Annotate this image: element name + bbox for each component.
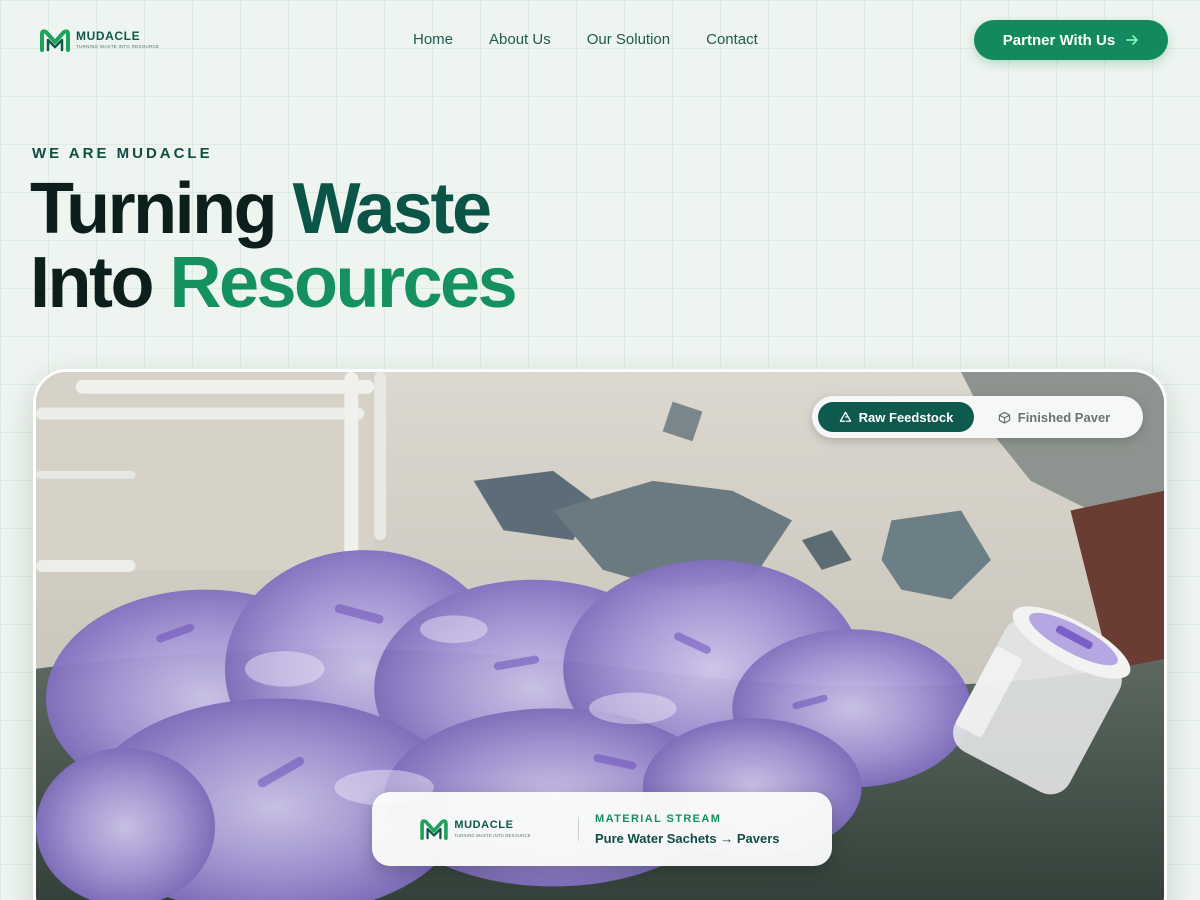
raw-feedstock-label: Raw Feedstock	[858, 409, 954, 425]
finished-paver-tab[interactable]: Finished Paver	[974, 402, 1134, 432]
partner-with-us-button[interactable]: Partner With Us	[974, 20, 1168, 60]
nav-about-us[interactable]: About Us	[489, 30, 551, 50]
headline-resources: Resources	[169, 243, 517, 323]
headline-waste: Waste	[292, 169, 492, 249]
hero-headline: Turning Waste Into Resources	[30, 172, 518, 323]
nav-home[interactable]: Home	[413, 30, 453, 50]
logo-tagline: TURNING WASTE INTO RESOURCE	[76, 44, 160, 50]
headline-into: Into	[30, 243, 170, 323]
hero-photo-card: Raw Feedstock Finished Paver MUDACLE TUR…	[33, 369, 1167, 900]
arrow-right-icon	[1126, 35, 1139, 45]
material-stream-card: MUDACLE TURNING WASTE INTO RESOURCE MATE…	[372, 792, 832, 866]
headline-line-1: Turning Waste	[30, 172, 515, 246]
raw-feedstock-tab[interactable]: Raw Feedstock	[818, 402, 974, 432]
nav-our-solution[interactable]: Our Solution	[587, 30, 670, 50]
cube-icon	[998, 411, 1010, 424]
headline-line-2: Into Resources	[30, 243, 518, 323]
material-stream-label: MATERIAL STREAM	[595, 812, 722, 825]
info-card-logo: MUDACLE TURNING WASTE INTO RESOURCE	[372, 818, 578, 840]
main-nav: Home About Us Our Solution Contact	[413, 30, 758, 50]
material-stream-value: Pure Water Sachets → Pavers	[595, 830, 780, 846]
logo-name: MUDACLE	[76, 29, 141, 44]
info-logo-name: MUDACLE	[454, 818, 514, 831]
hero-eyebrow: WE ARE MUDACLE	[32, 145, 213, 162]
finished-paver-label: Finished Paver	[1017, 409, 1111, 425]
info-text: MATERIAL STREAM Pure Water Sachets → Pav…	[579, 813, 780, 846]
nav-contact[interactable]: Contact	[706, 30, 758, 50]
info-logo-tagline: TURNING WASTE INTO RESOURCE	[454, 832, 531, 838]
logo[interactable]: MUDACLE TURNING WASTE INTO RESOURCE	[40, 28, 159, 52]
headline-turning: Turning	[30, 169, 293, 249]
mudacle-logo-icon	[40, 29, 70, 52]
partner-button-label: Partner With Us	[1002, 31, 1116, 49]
mudacle-logo-icon	[420, 819, 449, 840]
recycle-icon	[839, 411, 851, 422]
feedstock-toggle: Raw Feedstock Finished Paver	[812, 396, 1143, 438]
